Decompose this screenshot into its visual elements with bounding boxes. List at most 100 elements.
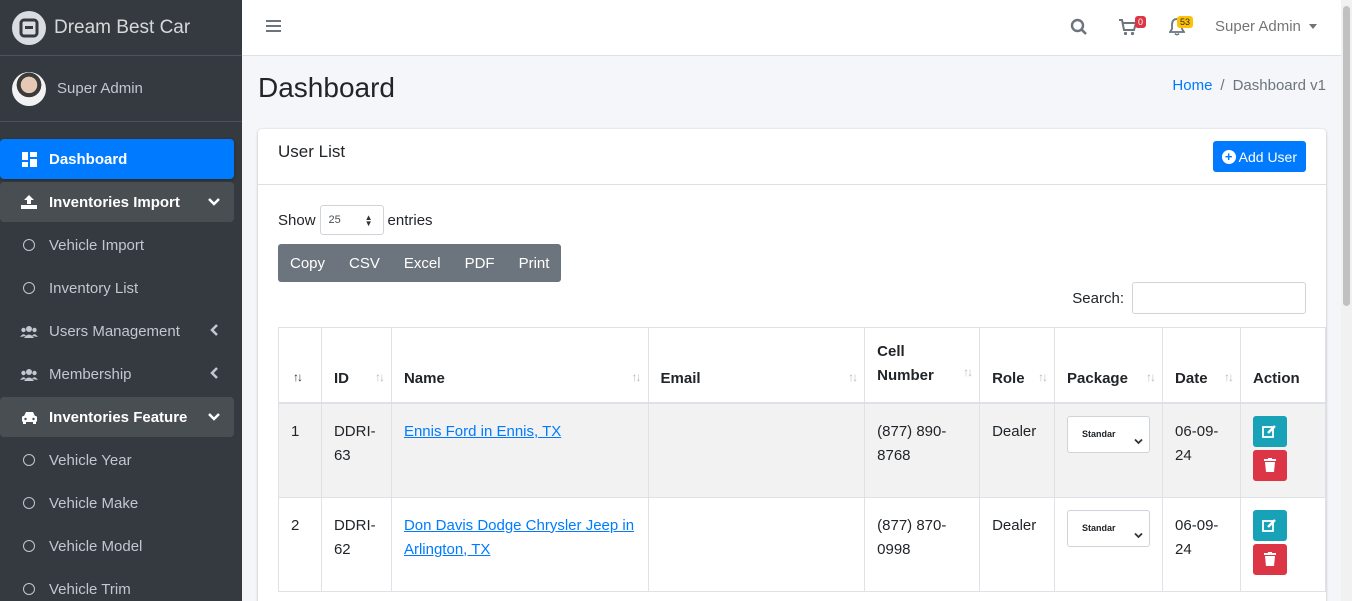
row-role: Dealer [979,496,1056,592]
circle-icon [23,497,35,509]
card-header: User List + Add User [258,129,1326,185]
entries-length-control: Show 25 ▲ ▼ entries [278,205,433,235]
chevron-left-icon [210,323,220,340]
edit-icon [1262,519,1277,532]
sidebar-item-inventories-feature[interactable]: Inventories Feature [0,397,234,437]
search-icon[interactable] [1070,18,1088,41]
package-select[interactable]: Standar [1067,509,1151,548]
user-name-link[interactable]: Don Davis Dodge Chrysler Jeep in Arlingt… [404,517,634,558]
sidebar-item-label: Vehicle Model [49,537,143,555]
user-menu-label: Super Admin [1215,18,1301,35]
column-header-package[interactable]: Package ↑↓ [1054,327,1164,404]
top-navbar: 0 53 Super Admin [242,0,1341,56]
column-header-email[interactable]: Email ↑↓ [647,327,866,404]
row-email [647,402,866,498]
avatar [12,71,46,106]
brand-link[interactable]: Dream Best Car [0,0,242,56]
column-header-action: Action [1239,327,1326,404]
up-down-icon: ▲ ▼ [364,213,373,228]
sort-icon: ↑↓ [1223,369,1234,384]
sidebar-item-vehicle-trim[interactable]: Vehicle Trim [0,569,234,601]
chevron-down-icon [1134,524,1143,548]
sidebar-item-label: Vehicle Trim [49,580,131,598]
row-id: DDRI-62 [320,496,392,592]
user-list-card: User List + Add User Show 25 ▲ ▼ entries … [258,129,1326,601]
search-input[interactable] [1132,282,1306,314]
excel-button[interactable]: Excel [392,244,453,282]
user-panel[interactable]: Super Admin [0,56,242,122]
entries-select[interactable]: 25 ▲ ▼ [319,205,384,235]
csv-button[interactable]: CSV [337,244,392,282]
sidebar-item-inventories-import[interactable]: Inventories Import [0,182,234,222]
user-menu-dropdown[interactable]: Super Admin [1215,18,1317,35]
column-header-id[interactable]: ID ↑↓ [320,327,392,404]
sidebar-item-vehicle-make[interactable]: Vehicle Make [0,483,234,523]
sidebar-item-membership[interactable]: Membership [0,354,234,394]
notification-count-badge: 53 [1177,16,1194,28]
users-icon [20,325,38,338]
package-select[interactable]: Standar [1067,415,1151,454]
row-date: 06-09-24 [1162,496,1241,592]
row-id: DDRI-63 [320,402,392,498]
show-label: Show [278,211,316,229]
scrollbar-thumb[interactable] [1343,6,1350,306]
chevron-down-icon [1134,430,1143,454]
car-icon [20,411,38,424]
sort-icon: ↑↓ [1038,369,1048,384]
search-label: Search: [1072,289,1124,307]
sidebar-nav: Dashboard Inventories Import Vehicle Imp… [0,122,242,601]
entries-label: entries [387,211,433,229]
sidebar-item-inventory-list[interactable]: Inventory List [0,268,234,308]
row-date: 06-09-24 [1162,402,1241,498]
table-row: 1 DDRI-63 Ennis Ford in Ennis, TX (877) … [278,402,1326,498]
dashboard-icon [20,151,38,167]
chevron-down-icon [208,409,220,426]
sidebar-item-users-management[interactable]: Users Management [0,311,234,351]
user-name-link[interactable]: Ennis Ford in Ennis, TX [404,423,561,440]
sidebar-item-label: Users Management [49,322,180,340]
sidebar-item-vehicle-model[interactable]: Vehicle Model [0,526,234,566]
column-header-role[interactable]: Role ↑↓ [979,327,1056,404]
package-value: Standar [1082,429,1116,439]
sidebar-item-vehicle-year[interactable]: Vehicle Year [0,440,234,480]
export-button-group: Copy CSV Excel PDF Print [278,244,562,282]
row-actions [1252,415,1313,481]
edit-button[interactable] [1252,509,1287,541]
sort-icon: ↑↓ [963,364,973,379]
circle-icon [23,540,35,552]
user-name: Super Admin [57,80,143,97]
breadcrumb-home-link[interactable]: Home [1172,77,1212,94]
table-row: 2 DDRI-62 Don Davis Dodge Chrysler Jeep … [278,496,1326,592]
breadcrumb-separator: / [1220,77,1225,94]
row-number: 2 [278,496,322,592]
edit-button[interactable] [1252,415,1287,447]
sort-icon: ↑↓ [374,369,385,384]
sidebar-item-dashboard[interactable]: Dashboard [0,139,234,179]
sidebar-item-label: Vehicle Make [49,494,139,512]
users-icon [20,368,38,381]
sort-asc-icon: ↑↓ [293,369,303,384]
card-title: User List [278,142,346,161]
column-header-number[interactable]: ↑↓ [278,327,322,404]
page-title: Dashboard [258,72,395,103]
delete-button[interactable] [1252,449,1287,481]
column-header-name[interactable]: Name ↑↓ [390,327,649,404]
page-scrollbar[interactable] [1341,0,1352,601]
sidebar-item-vehicle-import[interactable]: Vehicle Import [0,225,234,265]
menu-toggle-icon[interactable] [266,19,281,38]
column-header-date[interactable]: Date ↑↓ [1162,327,1241,404]
add-user-button[interactable]: + Add User [1212,141,1306,172]
edit-icon [1262,425,1277,438]
breadcrumb-current: Dashboard v1 [1232,77,1326,94]
pdf-button[interactable]: PDF [453,244,507,282]
row-cell-number: (877) 870-0998 [864,496,981,592]
sort-icon: ↑↓ [631,369,642,384]
add-user-label: Add User [1238,148,1297,165]
sidebar-item-label: Vehicle Year [49,451,132,469]
column-header-cell-number[interactable]: Cell Number ↑↓ [864,327,981,404]
delete-button[interactable] [1252,543,1287,575]
print-button[interactable]: Print [507,244,562,282]
brand-name: Dream Best Car [54,16,191,38]
user-table: ↑↓ ID ↑↓ Name ↑↓ Email ↑↓ Cell Number ↑↓ Rol… [278,327,1326,592]
copy-button[interactable]: Copy [278,244,337,282]
